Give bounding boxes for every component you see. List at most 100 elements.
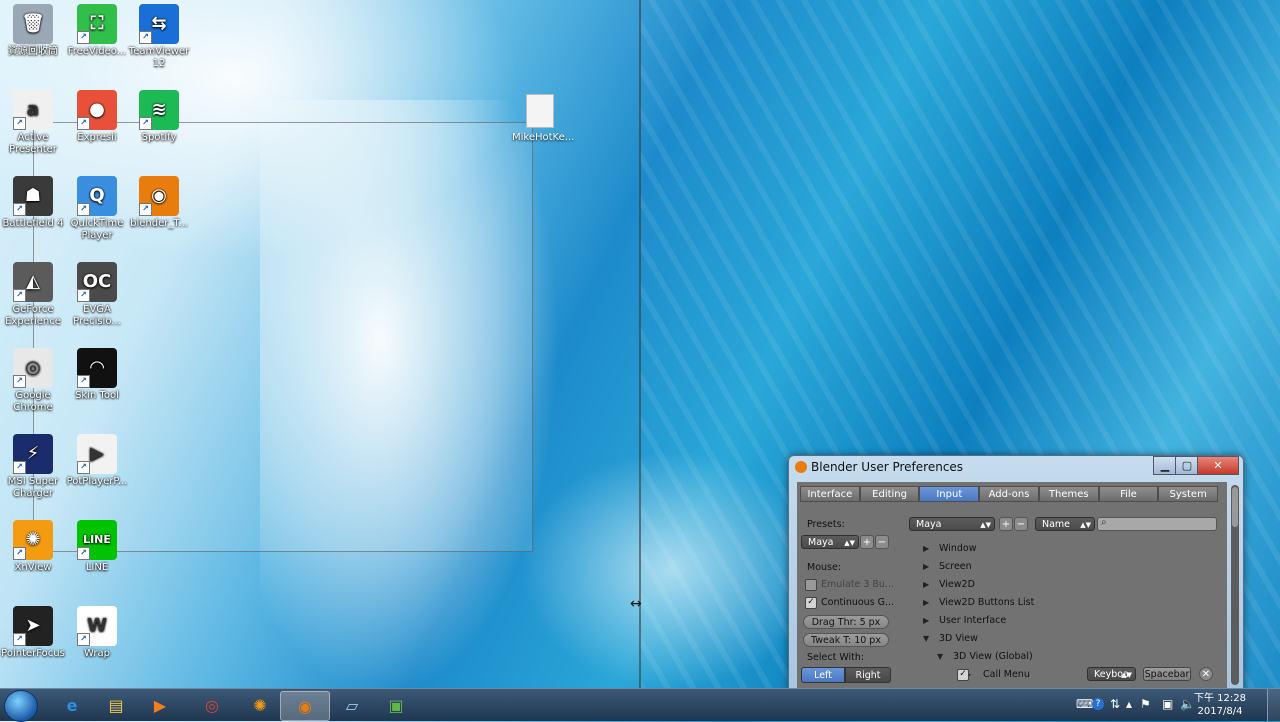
keymap-tree-item[interactable]: View2D Buttons List (939, 597, 1034, 608)
keymap-tree-item[interactable]: View2D (939, 579, 975, 590)
app-icon: ◭ ↗ (13, 262, 53, 302)
scrollbar-thumb[interactable] (1232, 487, 1238, 527)
shortcut-arrow-icon: ↗ (13, 633, 26, 646)
tweak-threshold-field[interactable]: Tweak T: 10 px (803, 633, 889, 647)
help-icon[interactable]: ? (1092, 698, 1104, 710)
expand-right-icon[interactable]: ▶ (923, 616, 929, 625)
keymap-tree-item[interactable]: Window (939, 543, 976, 554)
keymap-tree-item[interactable]: 3D View (939, 633, 978, 644)
app-icon: ▶ ↗ (77, 434, 117, 474)
desktop-icon[interactable]: ⚡ ↗ MSI Super Charger (0, 434, 66, 500)
call-menu-checkbox[interactable]: ✓ (957, 669, 969, 681)
key-binding-button[interactable]: Spacebar (1143, 667, 1191, 681)
app-icon: ✺ ↗ (13, 520, 53, 560)
tab-interface[interactable]: Interface (800, 486, 860, 502)
network-status-icon[interactable]: ⇅ (1110, 697, 1120, 711)
keymap-tree-item[interactable]: Screen (939, 561, 972, 572)
remove-preset-small-button[interactable]: − (875, 535, 889, 549)
show-hidden-icons-icon[interactable]: ▴ (1126, 697, 1132, 711)
xnview-icon: ✺ (253, 695, 267, 715)
volume-icon[interactable]: 🔈 (1180, 697, 1195, 711)
taskbar-notepad-button[interactable]: ▱ (328, 691, 376, 719)
desktop-icon[interactable]: ◉ ↗ blender_T... (126, 176, 192, 230)
desktop-file-icon[interactable]: MikeHotKe... (512, 94, 574, 143)
close-button[interactable]: ✕ (1197, 456, 1239, 475)
desktop-icon[interactable]: ◭ ↗ GeForce Experience (0, 262, 66, 328)
blender-preferences-window[interactable]: Blender User Preferences ▁ ▢ ✕ Interface… (788, 455, 1244, 690)
sort-by-dropdown[interactable]: Name ▲▼ (1035, 517, 1095, 531)
taskbar-media-player-button[interactable]: ▶ (136, 691, 184, 719)
notepad-icon: ▱ (345, 695, 359, 715)
desktop-icon[interactable]: ⇆ ↗ TeamViewer 12 (126, 4, 192, 70)
keymap-tree-item[interactable]: 3D View (Global) (953, 651, 1033, 662)
keyboard-layout-icon[interactable]: ⌨ (1076, 697, 1093, 711)
desktop-icon[interactable]: ≋ ↗ Spotify (126, 90, 192, 144)
window-snap-divider[interactable] (639, 0, 641, 688)
desktop-icon[interactable]: a ↗ Active Presenter (0, 90, 66, 156)
taskbar-file-explorer-button[interactable]: ▤ (92, 691, 140, 719)
desktop-icon[interactable]: W ↗ Wrap (64, 606, 130, 660)
desktop-icon[interactable]: ✺ ↗ XnView (0, 520, 66, 574)
display-icon[interactable]: ▣ (1162, 697, 1173, 711)
desktop-icon[interactable]: ⛶ ↗ FreeVideo... (64, 4, 130, 58)
expand-right-icon[interactable]: ▶ (923, 544, 929, 553)
desktop-icon[interactable]: LINE ↗ LINE (64, 520, 130, 574)
search-icon: ⌕ (1101, 517, 1107, 528)
expand-down-icon[interactable]: ▼ (923, 634, 929, 643)
tab-file[interactable]: File (1098, 486, 1159, 502)
desktop-icon[interactable]: ● ↗ Expresii (64, 90, 130, 144)
start-button[interactable] (4, 690, 38, 722)
preset-dropdown-small[interactable]: Maya ▲▼ (801, 535, 859, 549)
desktop-icon[interactable]: 🗑 資源回收筒 (0, 4, 66, 58)
preset-dropdown[interactable]: Maya ▲▼ (909, 517, 995, 531)
desktop-icon[interactable]: ◠ ↗ Skin Tool (64, 348, 130, 402)
app-icon: ◎ ↗ (13, 348, 53, 388)
tab-themes[interactable]: Themes (1038, 486, 1099, 502)
desktop-icon[interactable]: ➤ ↗ PointerFocus (0, 606, 66, 660)
select-right-button[interactable]: Right (845, 667, 891, 683)
add-preset-button[interactable]: + (999, 517, 1013, 531)
window-title: Blender User Preferences (811, 460, 964, 474)
taskbar-clock[interactable]: 下午 12:28 2017/8/4 (1194, 692, 1246, 718)
desktop-icon-label: EVGA Precisio... (73, 304, 121, 327)
preset-small-value: Maya (808, 537, 834, 548)
taskbar-chrome-button[interactable]: ◎ (188, 691, 236, 719)
desktop-icon[interactable]: ▶ ↗ PotPlayerP... (64, 434, 130, 488)
app-icon: ⛶ ↗ (77, 4, 117, 44)
continuous-grab-checkbox[interactable]: ✓ (805, 597, 817, 609)
preferences-scrollbar[interactable] (1231, 485, 1239, 685)
keymap-tree-item[interactable]: Call Menu (983, 669, 1030, 680)
expand-right-icon[interactable]: ▶ (923, 598, 929, 607)
app-icon: Q ↗ (77, 176, 117, 216)
add-preset-small-button[interactable]: + (860, 535, 874, 549)
expand-right-icon[interactable]: ▶ (923, 562, 929, 571)
remove-preset-button[interactable]: − (1014, 517, 1028, 531)
select-left-button[interactable]: Left (801, 667, 845, 683)
tab-system[interactable]: System (1158, 486, 1219, 502)
flag-icon[interactable]: ⚑ (1140, 697, 1151, 711)
shortcut-arrow-icon: ↗ (139, 31, 152, 44)
drag-threshold-field[interactable]: Drag Thr: 5 px (803, 615, 889, 629)
maximize-button[interactable]: ▢ (1175, 456, 1199, 475)
remove-keymap-item-button[interactable]: ✕ (1199, 667, 1213, 681)
desktop-icon[interactable]: Q ↗ QuickTime Player (64, 176, 130, 242)
taskbar-photo-app-button[interactable]: ▣ (372, 691, 420, 719)
taskbar-blender-button[interactable]: ◉ (280, 691, 330, 721)
desktop-icon[interactable]: ◎ ↗ Google Chrome (0, 348, 66, 414)
show-desktop-button[interactable] (1267, 689, 1280, 721)
keymap-tree-item[interactable]: User Interface (939, 615, 1006, 626)
expand-right-icon[interactable]: ▶ (923, 580, 929, 589)
keymap-search-input[interactable]: ⌕ (1097, 517, 1217, 531)
input-type-dropdown[interactable]: Keyboa ▲▼ (1087, 667, 1136, 681)
tab-add-ons[interactable]: Add-ons (979, 486, 1039, 502)
emulate-3-button-checkbox[interactable] (805, 579, 817, 591)
taskbar-internet-explorer-button[interactable]: e (48, 691, 96, 719)
shortcut-arrow-icon: ↗ (13, 547, 26, 560)
minimize-button[interactable]: ▁ (1153, 456, 1177, 475)
desktop-icon[interactable]: OC ↗ EVGA Precisio... (64, 262, 130, 328)
desktop-icon[interactable]: ☗ ↗ Battlefield 4 (0, 176, 66, 230)
taskbar-xnview-button[interactable]: ✺ (236, 691, 284, 719)
tab-input[interactable]: Input (919, 486, 980, 502)
tab-editing[interactable]: Editing (859, 486, 920, 502)
expand-down-icon[interactable]: ▼ (937, 652, 943, 661)
